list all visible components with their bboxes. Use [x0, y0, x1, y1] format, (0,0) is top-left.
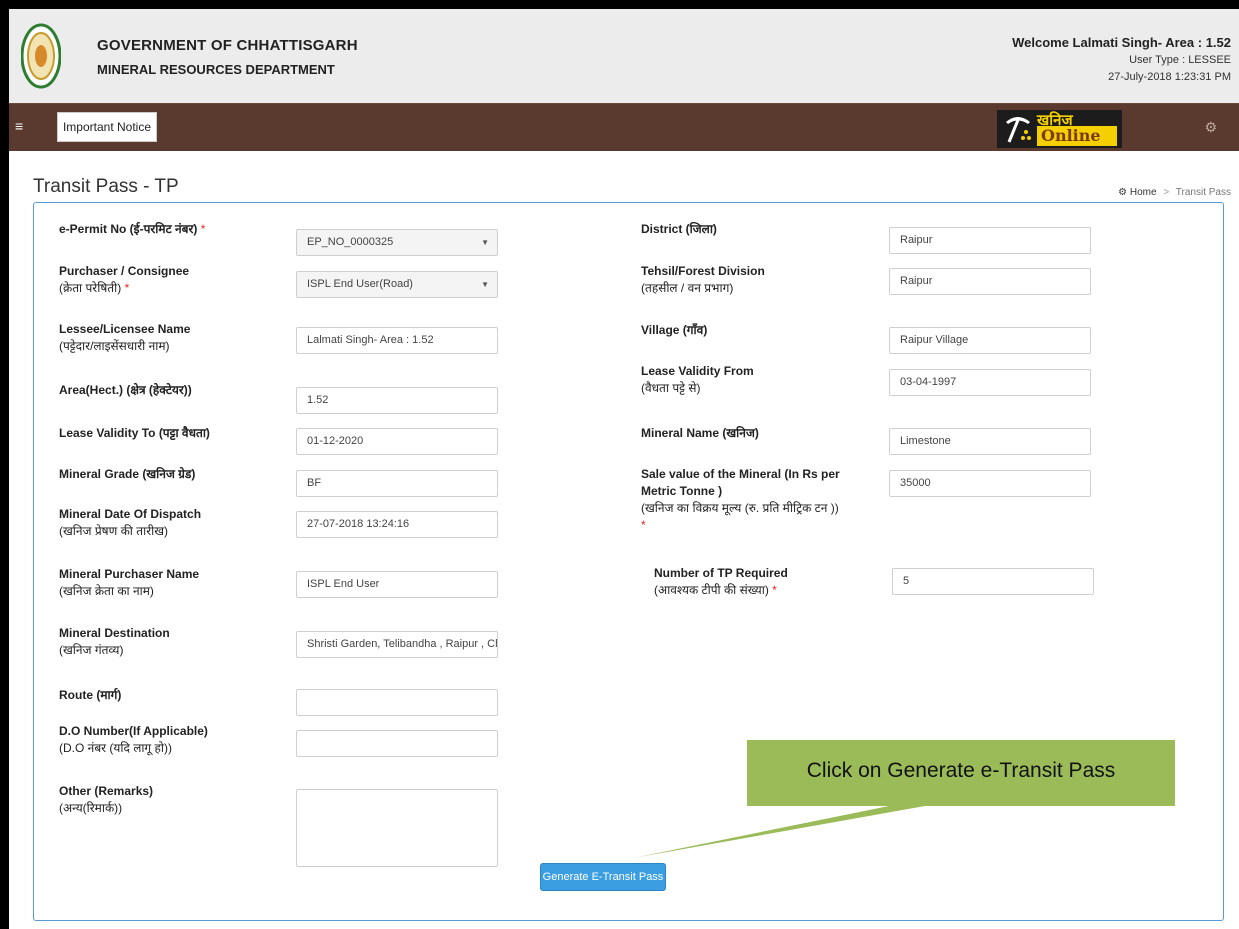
tp-required-input[interactable]: 5	[892, 568, 1094, 595]
instruction-callout: Click on Generate e-Transit Pass	[747, 740, 1175, 806]
sale-value-input[interactable]: 35000	[889, 470, 1091, 497]
district-label: District (जिला)	[641, 222, 717, 236]
page-title: Transit Pass - TP	[33, 176, 179, 197]
breadcrumb: ⚙ Home > Transit Pass	[1118, 187, 1231, 198]
lessee-label: Lessee/Licensee Name (पट्टेदार/लाइसेंसधार…	[59, 322, 191, 353]
area-label: Area(Hect.) (क्षेत्र (हेक्टेयर))	[59, 383, 192, 397]
purchaser-select[interactable]: ISPL End User(Road) ▼	[296, 271, 498, 298]
chevron-down-icon: ▼	[481, 238, 489, 247]
remarks-textarea[interactable]	[296, 789, 498, 867]
purchaser-name-input[interactable]: ISPL End User	[296, 571, 498, 598]
hamburger-menu-icon[interactable]: ≡	[15, 119, 27, 133]
area-input[interactable]: 1.52	[296, 387, 498, 414]
destination-label: Mineral Destination (खनिज गंतव्य)	[59, 626, 170, 657]
mineral-name-label: Mineral Name (खनिज)	[641, 426, 759, 440]
transit-pass-form: e-Permit No (ई-परमिट नंबर) * Purchaser /…	[33, 202, 1224, 921]
lease-from-input[interactable]: 03-04-1997	[889, 369, 1091, 396]
purchaser-label: Purchaser / Consignee (क्रेता परेषिती) *	[59, 264, 190, 295]
important-notice-button[interactable]: Important Notice	[57, 112, 157, 142]
village-label: Village (गाँव)	[641, 323, 708, 337]
remarks-label: Other (Remarks) (अन्य(रिमार्क))	[59, 784, 154, 815]
tehsil-input[interactable]: Raipur	[889, 268, 1091, 295]
gear-icon[interactable]: ⚙	[1204, 119, 1217, 136]
village-input[interactable]: Raipur Village	[889, 327, 1091, 354]
dispatch-input[interactable]: 27-07-2018 13:24:16	[296, 511, 498, 538]
dashboard-icon: ⚙	[1118, 187, 1128, 198]
state-emblem-icon	[21, 23, 61, 89]
route-input[interactable]	[296, 689, 498, 716]
breadcrumb-home[interactable]: Home	[1130, 187, 1157, 198]
sale-value-label: Sale value of the Mineral (In Rs per Metr…	[641, 467, 840, 532]
department-title: MINERAL RESOURCES DEPARTMENT	[97, 62, 335, 77]
grade-label: Mineral Grade (खनिज ग्रेड)	[59, 467, 196, 481]
generate-transit-pass-button[interactable]: Generate E-Transit Pass	[540, 863, 666, 891]
epermit-select[interactable]: EP_NO_0000325 ▼	[296, 229, 498, 256]
lease-to-label: Lease Validity To (पट्टा वैधता)	[59, 426, 210, 440]
lease-from-label: Lease Validity From (वैधता पट्टे से)	[641, 364, 754, 395]
logo-online-text: Online	[1037, 126, 1117, 146]
epermit-label: e-Permit No (ई-परमिट नंबर) *	[59, 222, 206, 236]
breadcrumb-current: Transit Pass	[1175, 187, 1231, 198]
destination-input[interactable]: Shristi Garden, Telibandha , Raipur , Ch…	[296, 631, 498, 658]
do-number-label: D.O Number(If Applicable) (D.O नंबर (यदि …	[59, 724, 208, 755]
do-number-input[interactable]	[296, 730, 498, 757]
breadcrumb-separator: >	[1163, 187, 1170, 198]
dispatch-label: Mineral Date Of Dispatch (खनिज प्रेषण की …	[59, 507, 202, 538]
header: GOVERNMENT OF CHHATTISGARH MINERAL RESOU…	[9, 9, 1239, 103]
lease-to-input[interactable]: 01-12-2020	[296, 428, 498, 455]
district-input[interactable]: Raipur	[889, 227, 1091, 254]
tehsil-label: Tehsil/Forest Division (तहसील / वन प्रभाग…	[641, 264, 765, 295]
purchaser-name-label: Mineral Purchaser Name (खनिज क्रेता का ना…	[59, 567, 200, 598]
mineral-name-input[interactable]: Limestone	[889, 428, 1091, 455]
grade-input[interactable]: BF	[296, 470, 498, 497]
lessee-input[interactable]: Lalmati Singh- Area : 1.52	[296, 327, 498, 354]
user-type: User Type : LESSEE	[1129, 54, 1231, 66]
route-label: Route (मार्ग)	[59, 688, 122, 702]
tp-required-label: Number of TP Required (आवश्यक टीपी की संख…	[654, 566, 788, 597]
pickaxe-icon	[1006, 117, 1031, 143]
top-navbar: ≡ Important Notice खनिज Online ⚙	[9, 103, 1239, 151]
government-title: GOVERNMENT OF CHHATTISGARH	[97, 37, 358, 54]
welcome-text: Welcome Lalmati Singh- Area : 1.52	[1012, 35, 1231, 50]
khanij-online-logo[interactable]: खनिज Online	[997, 110, 1122, 148]
app-frame: GOVERNMENT OF CHHATTISGARH MINERAL RESOU…	[9, 9, 1239, 929]
chevron-down-icon: ▼	[481, 280, 489, 289]
current-datetime: 27-July-2018 1:23:31 PM	[1108, 71, 1231, 83]
